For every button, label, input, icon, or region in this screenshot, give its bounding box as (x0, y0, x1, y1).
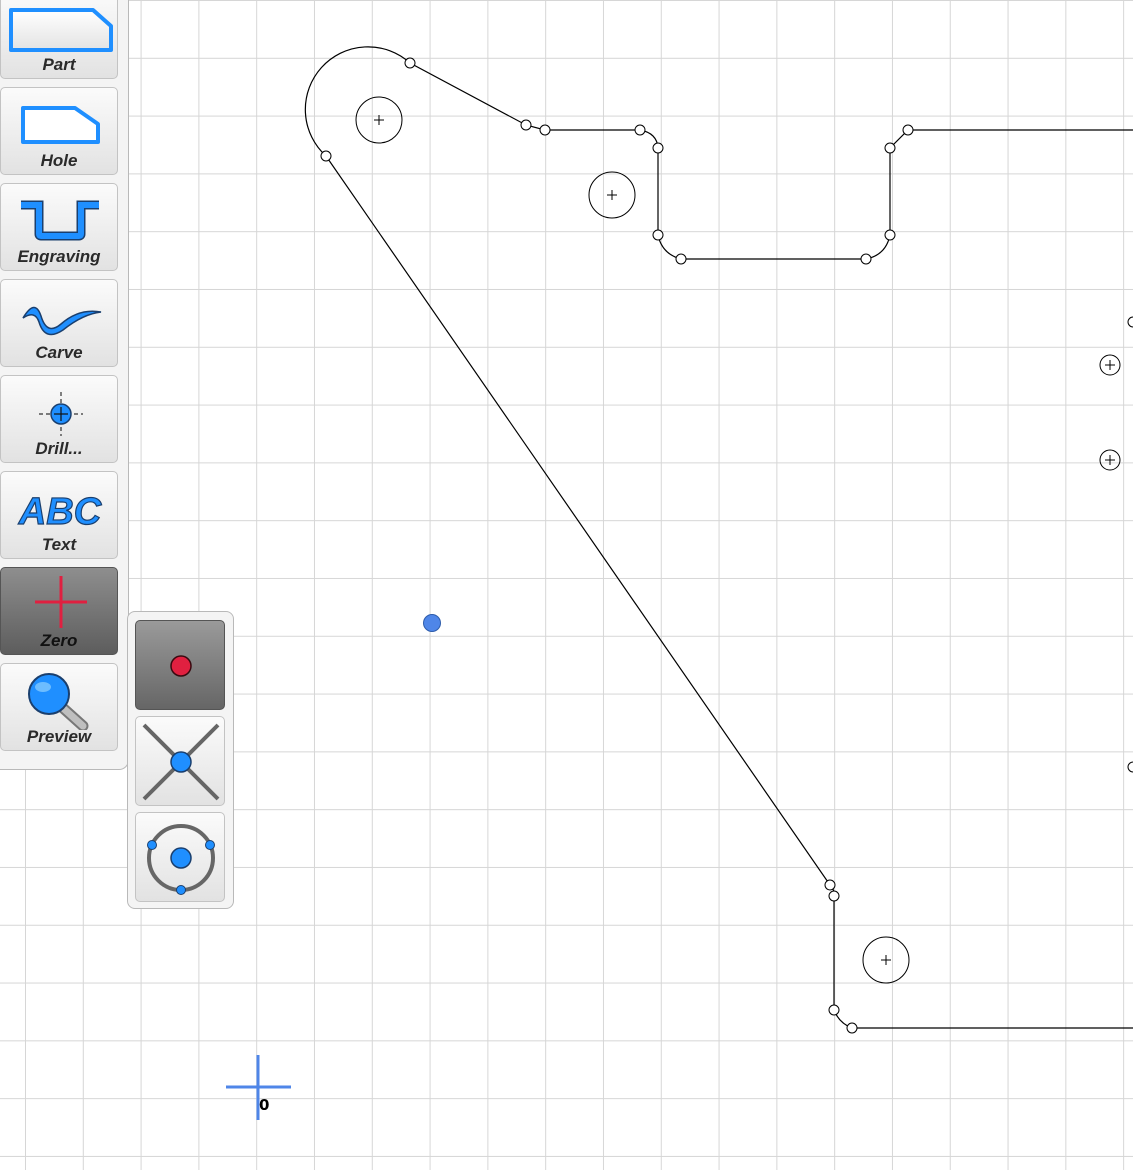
text-tool-label: Text (41, 535, 77, 554)
vertex-marker[interactable] (652, 142, 664, 154)
zero-at-circle-center-button[interactable] (135, 812, 225, 902)
part-tool-label: Part (42, 55, 76, 74)
edge-vertex-marker[interactable] (1127, 761, 1133, 773)
vertex-marker[interactable] (824, 879, 836, 891)
vertex-marker[interactable] (846, 1022, 858, 1034)
hole-circle[interactable] (1099, 449, 1121, 471)
vertex-marker[interactable] (539, 124, 551, 136)
hole-tool-label: Hole (40, 151, 78, 170)
zero-options-palette (127, 611, 234, 909)
text-abc-icon: ABC (17, 490, 102, 533)
text-tool-button[interactable]: ABC Text (0, 471, 118, 559)
carve-tool-label: Carve (35, 343, 83, 362)
vertex-marker[interactable] (828, 1004, 840, 1016)
selected-point[interactable] (423, 614, 441, 632)
vertex-marker[interactable] (404, 57, 416, 69)
vertex-marker[interactable] (675, 253, 687, 265)
hole-tool-button[interactable]: Hole (0, 87, 118, 175)
preview-tool-label: Preview (26, 727, 92, 746)
zero-at-point-button[interactable] (135, 620, 225, 710)
origin-label: 0 (259, 1096, 270, 1114)
drawing-canvas[interactable]: 0 (0, 0, 1133, 1170)
zero-cross-icon (35, 576, 87, 628)
zero-at-intersection-button[interactable] (135, 716, 225, 806)
vertex-marker[interactable] (884, 142, 896, 154)
vertex-marker[interactable] (520, 119, 532, 131)
vertex-marker[interactable] (884, 229, 896, 241)
preview-tool-button[interactable]: Preview (0, 663, 118, 751)
engraving-tool-label: Engraving (17, 247, 101, 266)
intersection-icon (142, 723, 220, 801)
magnifier-icon (28, 673, 89, 730)
hole-circle[interactable] (588, 171, 636, 219)
zero-tool-label: Zero (40, 631, 78, 650)
carve-tool-button[interactable]: Carve (0, 279, 118, 367)
hole-circle[interactable] (1099, 354, 1121, 376)
part-shape-icon (9, 8, 113, 52)
edge-vertex-marker[interactable] (1127, 316, 1133, 328)
vertex-marker[interactable] (902, 124, 914, 136)
red-dot-icon (170, 655, 192, 677)
engraving-tool-button[interactable]: Engraving (0, 183, 118, 271)
part-tool-button[interactable]: Part (0, 0, 118, 79)
vertex-marker[interactable] (652, 229, 664, 241)
hole-circle[interactable] (862, 936, 910, 984)
tool-palette: Part Hole Engraving Carve Drill... ABC T… (0, 0, 129, 770)
part-outline[interactable] (304, 46, 1133, 260)
engraving-icon (21, 200, 99, 241)
drill-tool-label: Drill... (35, 439, 83, 458)
carve-icon (22, 306, 102, 336)
text-icon-abc: ABC (18, 491, 102, 533)
part-drawing[interactable] (0, 0, 1133, 1170)
vertex-marker[interactable] (860, 253, 872, 265)
hole-circle[interactable] (355, 96, 403, 144)
vertex-marker[interactable] (320, 150, 332, 162)
drill-crosshair-icon (39, 392, 83, 436)
drill-tool-button[interactable]: Drill... (0, 375, 118, 463)
circle-center-icon (147, 824, 215, 895)
hole-shape-icon (21, 106, 100, 144)
zero-tool-button[interactable]: Zero (0, 567, 118, 655)
vertex-marker[interactable] (634, 124, 646, 136)
part-outline-bottom[interactable] (325, 155, 1133, 1029)
vertex-marker[interactable] (828, 890, 840, 902)
